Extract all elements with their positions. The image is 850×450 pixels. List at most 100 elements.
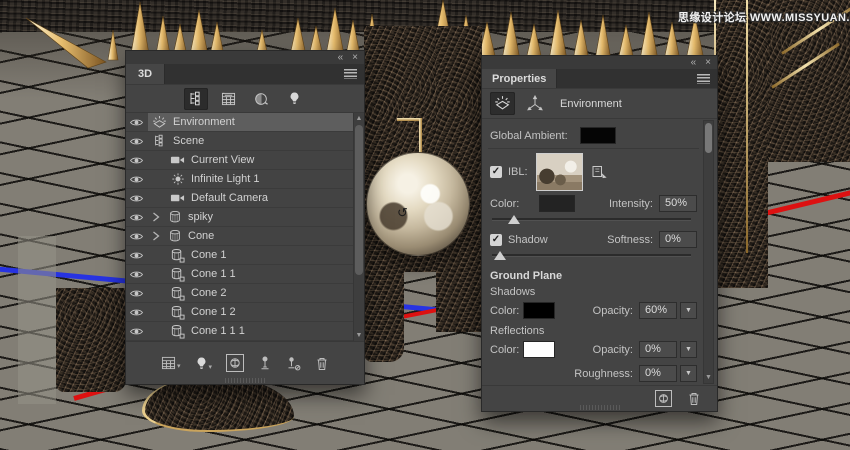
expand-arrow-icon[interactable] — [152, 212, 161, 222]
softness-slider[interactable] — [492, 250, 691, 261]
collapse-panel-icon[interactable]: « — [691, 57, 697, 68]
environment-ibl-button[interactable] — [226, 354, 244, 372]
list-item-cone-2[interactable]: Cone 2 — [126, 284, 364, 303]
visibility-eye-icon[interactable] — [129, 231, 145, 242]
delete-button[interactable] — [687, 391, 701, 406]
ibl-color-label: Color: — [490, 197, 520, 210]
softness-field[interactable]: 0% — [659, 231, 697, 248]
visibility-eye-icon[interactable] — [129, 155, 145, 166]
visibility-eye-icon[interactable] — [129, 136, 145, 147]
ibl-checkbox[interactable] — [490, 166, 502, 178]
mesh-icon — [167, 229, 182, 243]
3d-scene-list: Environment Scene Current View Infinite Lig… — [126, 113, 364, 341]
roughness-field[interactable]: 0% — [639, 365, 677, 382]
shadow-color-label: Color: — [490, 304, 520, 317]
filter-scene-icon[interactable] — [183, 87, 208, 110]
scroll-down-icon[interactable]: ▼ — [704, 373, 713, 382]
ibl-texture-thumbnail[interactable] — [535, 153, 583, 191]
tab-3d[interactable]: 3D — [126, 64, 166, 84]
list-item-cone-1-1-1[interactable]: Cone 1 1 1 — [126, 322, 364, 341]
list-item-cone-1-2[interactable]: Cone 1 2 — [126, 303, 364, 322]
softness-label: Softness: — [607, 233, 653, 246]
delete-button[interactable] — [315, 356, 329, 371]
visibility-eye-icon[interactable] — [129, 174, 145, 185]
add-mesh-button[interactable]: ▾ — [161, 356, 181, 370]
list-item-cone-1-1[interactable]: Cone 1 1 — [126, 265, 364, 284]
environment-ibl-button[interactable] — [655, 390, 672, 407]
visibility-eye-icon[interactable] — [129, 193, 145, 204]
reflection-opacity-field[interactable]: 0% — [639, 341, 677, 358]
list-item-spiky[interactable]: spiky — [126, 208, 364, 227]
properties-titlebar: « × — [482, 56, 717, 69]
list-item-label: Cone 1 1 1 — [191, 325, 245, 337]
meshsub-icon — [170, 286, 185, 301]
list-item-label: Default Camera — [191, 192, 269, 204]
scroll-down-icon[interactable]: ▼ — [354, 331, 364, 340]
environment-icon — [152, 115, 167, 130]
intensity-slider-thumb[interactable] — [508, 215, 520, 224]
scroll-thumb[interactable] — [705, 123, 712, 153]
filter-lights-icon[interactable] — [283, 88, 307, 110]
chevron-down-icon[interactable]: ▼ — [680, 365, 697, 382]
global-ambient-swatch[interactable] — [579, 127, 616, 144]
expand-arrow-icon[interactable] — [152, 231, 161, 241]
scroll-thumb[interactable] — [355, 125, 363, 275]
chevron-down-icon[interactable]: ▼ — [680, 302, 697, 319]
3d-panel-bottom-bar: ▾ ▾ — [126, 341, 364, 384]
ground-shadow-color-swatch[interactable] — [523, 302, 556, 319]
list-item-label: Current View — [191, 154, 255, 166]
light-pin-button[interactable] — [258, 356, 272, 371]
shadow-opacity-field[interactable]: 60% — [639, 302, 677, 319]
list-item-infinite-light-1[interactable]: Infinite Light 1 — [126, 170, 364, 189]
tab-properties[interactable]: Properties — [482, 69, 558, 88]
properties-title: Environment — [560, 97, 622, 110]
list-item-default-camera[interactable]: Default Camera — [126, 189, 364, 208]
panel-menu-icon[interactable] — [697, 73, 710, 84]
environment-mode-icon[interactable] — [490, 92, 515, 115]
properties-panel: « × Properties Environment Global Ambien… — [481, 55, 718, 412]
properties-content: Global Ambient: IBL: Color: Intensity: 5… — [482, 119, 717, 387]
list-item-scene[interactable]: Scene — [126, 132, 364, 151]
intensity-field[interactable]: 50% — [659, 195, 697, 212]
collapse-panel-icon[interactable]: « — [338, 52, 344, 63]
visibility-eye-icon[interactable] — [129, 117, 145, 128]
visibility-eye-icon[interactable] — [129, 250, 145, 261]
scroll-up-icon[interactable]: ▲ — [354, 114, 364, 123]
close-panel-icon[interactable]: × — [352, 52, 358, 63]
photoshop-3d-workspace: ↺ 思缘设计论坛 WWW.MISSYUAN.COM « × 3D — [0, 0, 850, 450]
intensity-slider[interactable] — [492, 214, 691, 225]
list-item-environment[interactable]: Environment — [126, 113, 364, 132]
softness-slider-thumb[interactable] — [494, 251, 506, 260]
visibility-eye-icon[interactable] — [129, 307, 145, 318]
visibility-eye-icon[interactable] — [129, 326, 145, 337]
ibl-color-swatch[interactable] — [539, 195, 576, 212]
list-item-cone[interactable]: Cone — [126, 227, 364, 246]
filter-meshes-icon[interactable] — [217, 88, 241, 110]
light-pin-delete-button[interactable] — [286, 356, 301, 371]
panel-resize-grip[interactable] — [225, 378, 265, 383]
chevron-down-icon[interactable]: ▼ — [680, 341, 697, 358]
add-light-button[interactable]: ▾ — [195, 356, 212, 371]
properties-scrollbar[interactable]: ▼ — [703, 120, 714, 384]
list-item-current-view[interactable]: Current View — [126, 151, 364, 170]
environment-sphere[interactable]: ↺ — [366, 152, 470, 256]
meshsub-icon — [170, 305, 185, 320]
close-panel-icon[interactable]: × — [705, 57, 711, 68]
panel-menu-icon[interactable] — [344, 69, 357, 79]
3d-filter-bar — [126, 85, 364, 113]
coordinates-mode-icon[interactable] — [522, 92, 547, 115]
global-ambient-label: Global Ambient: — [490, 129, 568, 142]
list-item-cone-1[interactable]: Cone 1 — [126, 246, 364, 265]
3d-list-scrollbar[interactable]: ▲ ▼ — [353, 113, 364, 341]
visibility-eye-icon[interactable] — [129, 212, 145, 223]
ground-reflection-color-swatch[interactable] — [523, 341, 556, 358]
ibl-label: IBL: — [508, 166, 528, 178]
letter-slab — [714, 0, 768, 288]
panel-resize-grip[interactable] — [579, 405, 620, 410]
shadow-opacity-label: Opacity: — [592, 304, 633, 317]
shadow-checkbox[interactable] — [490, 233, 502, 246]
edit-texture-icon[interactable] — [591, 164, 607, 180]
visibility-eye-icon[interactable] — [129, 269, 145, 280]
visibility-eye-icon[interactable] — [129, 288, 145, 299]
filter-materials-icon[interactable] — [250, 88, 274, 110]
